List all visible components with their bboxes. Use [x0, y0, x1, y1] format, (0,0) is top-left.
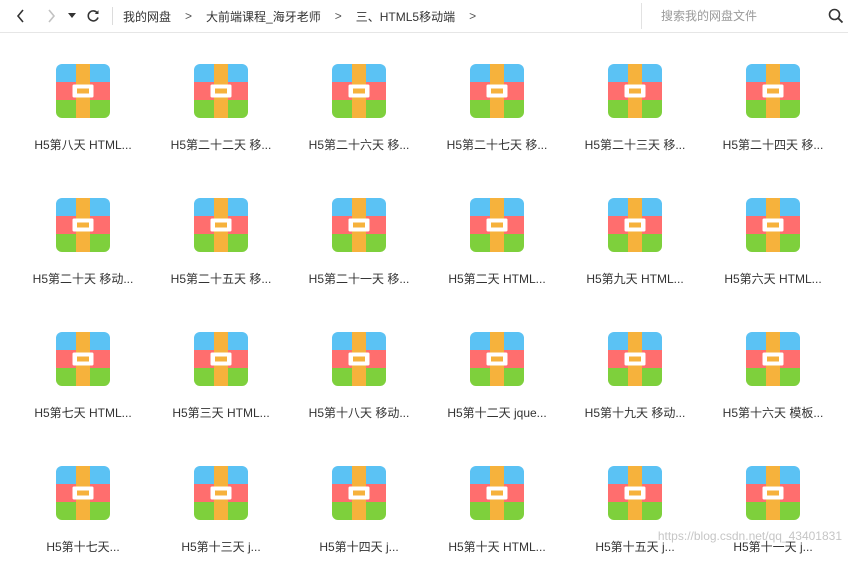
- back-button[interactable]: [8, 3, 34, 29]
- archive-icon: [746, 64, 800, 118]
- file-name: H5第七天 HTML...: [34, 406, 132, 420]
- file-item[interactable]: H5第二十四天 移...: [704, 45, 842, 179]
- chevron-left-icon: [16, 9, 24, 23]
- chevron-right-icon: [48, 9, 56, 23]
- archive-icon: [608, 198, 662, 252]
- file-name: H5第二十三天 移...: [584, 138, 686, 152]
- file-item[interactable]: H5第十四天 j...: [290, 447, 428, 581]
- file-name: H5第六天 HTML...: [724, 272, 822, 286]
- file-item[interactable]: H5第二十三天 移...: [566, 45, 704, 179]
- file-item[interactable]: H5第六天 HTML...: [704, 179, 842, 313]
- file-name: H5第十六天 模板...: [722, 406, 824, 420]
- archive-icon: [194, 466, 248, 520]
- archive-icon: [56, 198, 110, 252]
- archive-icon: [746, 466, 800, 520]
- search-box: [641, 3, 848, 29]
- toolbar: 我的网盘 > 大前端课程_海牙老师 > 三、HTML5移动端 >: [0, 0, 848, 33]
- file-name: H5第九天 HTML...: [586, 272, 684, 286]
- archive-icon: [56, 466, 110, 520]
- breadcrumb-separator: >: [334, 9, 342, 23]
- archive-icon: [470, 198, 524, 252]
- file-item[interactable]: H5第二天 HTML...: [428, 179, 566, 313]
- archive-icon: [746, 198, 800, 252]
- file-item[interactable]: H5第二十六天 移...: [290, 45, 428, 179]
- archive-icon: [470, 332, 524, 386]
- file-item[interactable]: H5第二十一天 移...: [290, 179, 428, 313]
- archive-icon: [470, 466, 524, 520]
- file-name: H5第二十一天 移...: [308, 272, 410, 286]
- history-dropdown-button[interactable]: [64, 3, 80, 29]
- archive-icon: [332, 198, 386, 252]
- archive-icon: [608, 466, 662, 520]
- archive-icon: [194, 198, 248, 252]
- watermark: https://blog.csdn.net/qq_43401831: [657, 529, 842, 543]
- file-item[interactable]: H5第十七天...: [14, 447, 152, 581]
- file-name: H5第二天 HTML...: [448, 272, 546, 286]
- search-icon[interactable]: [827, 7, 845, 25]
- file-item[interactable]: H5第十六天 模板...: [704, 313, 842, 447]
- archive-icon: [56, 64, 110, 118]
- file-item[interactable]: H5第八天 HTML...: [14, 45, 152, 179]
- file-name: H5第十天 HTML...: [448, 540, 546, 554]
- file-name: H5第十三天 j...: [181, 540, 261, 554]
- file-name: H5第二十二天 移...: [170, 138, 272, 152]
- file-item[interactable]: H5第十九天 移动...: [566, 313, 704, 447]
- file-item[interactable]: H5第十天 HTML...: [428, 447, 566, 581]
- file-item[interactable]: H5第二十二天 移...: [152, 45, 290, 179]
- file-item[interactable]: H5第三天 HTML...: [152, 313, 290, 447]
- file-name: H5第十九天 移动...: [584, 406, 686, 420]
- file-name: H5第十二天 jque...: [447, 406, 547, 420]
- file-name: H5第三天 HTML...: [172, 406, 270, 420]
- breadcrumb: 我的网盘 > 大前端课程_海牙老师 > 三、HTML5移动端 >: [121, 8, 488, 25]
- breadcrumb-item-my-drive[interactable]: 我的网盘: [121, 8, 173, 25]
- file-item[interactable]: H5第十二天 jque...: [428, 313, 566, 447]
- archive-icon: [332, 466, 386, 520]
- file-item[interactable]: H5第七天 HTML...: [14, 313, 152, 447]
- file-item[interactable]: H5第十三天 j...: [152, 447, 290, 581]
- file-name: H5第十七天...: [46, 540, 120, 554]
- file-item[interactable]: H5第十八天 移动...: [290, 313, 428, 447]
- file-name: H5第二十六天 移...: [308, 138, 410, 152]
- breadcrumb-separator: >: [185, 9, 193, 23]
- archive-icon: [56, 332, 110, 386]
- archive-icon: [332, 64, 386, 118]
- toolbar-divider: [112, 7, 113, 25]
- breadcrumb-item-html5-mobile[interactable]: 三、HTML5移动端: [354, 8, 457, 25]
- refresh-button[interactable]: [80, 3, 106, 29]
- file-item[interactable]: H5第九天 HTML...: [566, 179, 704, 313]
- file-item[interactable]: H5第二十五天 移...: [152, 179, 290, 313]
- file-name: H5第二十七天 移...: [446, 138, 548, 152]
- file-name: H5第十八天 移动...: [308, 406, 410, 420]
- breadcrumb-separator[interactable]: >: [457, 9, 488, 23]
- file-name: H5第十四天 j...: [319, 540, 399, 554]
- archive-icon: [608, 332, 662, 386]
- forward-button[interactable]: [38, 3, 64, 29]
- refresh-icon: [87, 10, 99, 22]
- file-name: H5第八天 HTML...: [34, 138, 132, 152]
- archive-icon: [194, 332, 248, 386]
- file-item[interactable]: H5第十一天 j...: [704, 447, 842, 581]
- search-input[interactable]: [659, 8, 823, 24]
- file-grid: H5第八天 HTML... H5第二十二天 移... H5第二十六天 移... …: [14, 45, 842, 581]
- archive-icon: [746, 332, 800, 386]
- archive-icon: [470, 64, 524, 118]
- breadcrumb-item-course[interactable]: 大前端课程_海牙老师: [204, 8, 323, 25]
- archive-icon: [332, 332, 386, 386]
- archive-icon: [608, 64, 662, 118]
- caret-down-icon: [68, 13, 76, 18]
- file-name: H5第二十天 移动...: [32, 272, 134, 286]
- file-item[interactable]: H5第十五天 j...: [566, 447, 704, 581]
- archive-icon: [194, 64, 248, 118]
- file-name: H5第二十五天 移...: [170, 272, 272, 286]
- file-item[interactable]: H5第二十七天 移...: [428, 45, 566, 179]
- file-item[interactable]: H5第二十天 移动...: [14, 179, 152, 313]
- file-name: H5第二十四天 移...: [722, 138, 824, 152]
